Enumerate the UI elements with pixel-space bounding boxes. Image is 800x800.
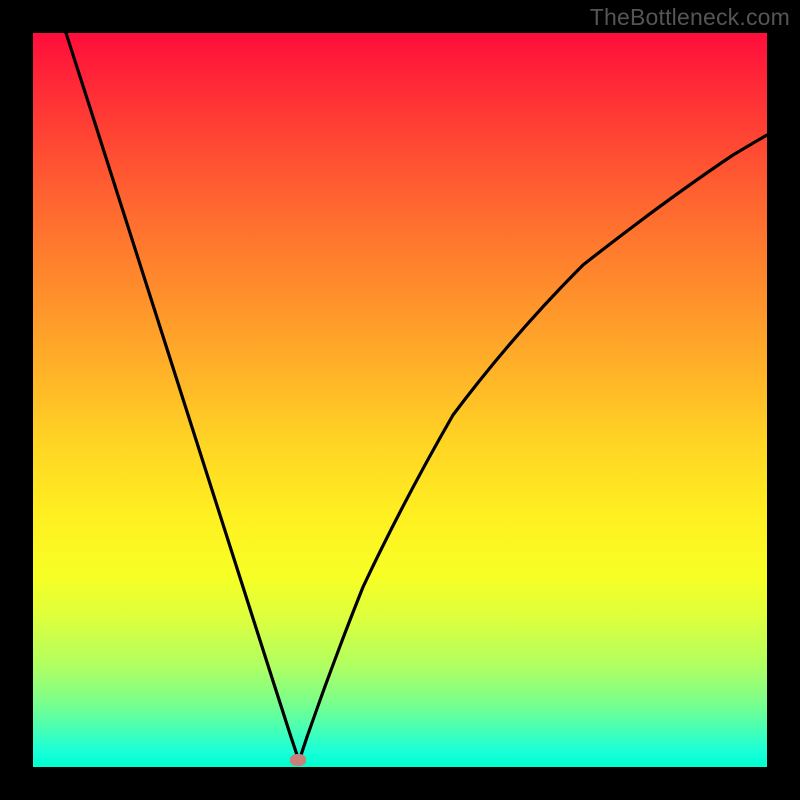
plot-area	[33, 33, 767, 767]
bottleneck-curve	[66, 33, 767, 761]
curve-svg	[33, 33, 767, 767]
chart-frame: TheBottleneck.com	[0, 0, 800, 800]
optimum-marker	[290, 754, 306, 766]
watermark-text: TheBottleneck.com	[590, 4, 790, 31]
